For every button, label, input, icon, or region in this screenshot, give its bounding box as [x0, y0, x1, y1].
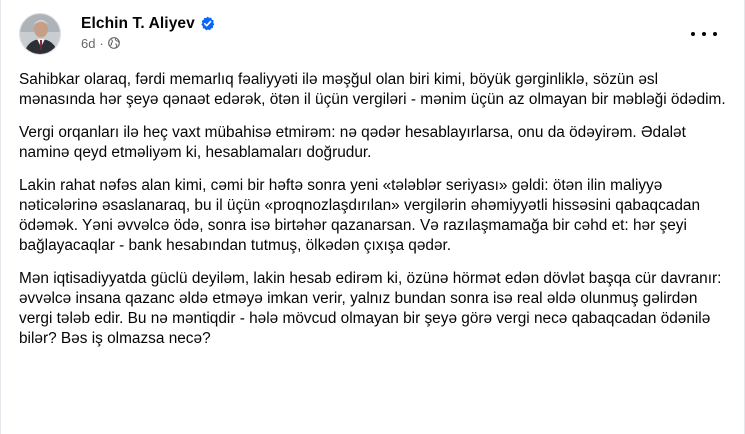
author-name[interactable]: Elchin T. Aliyev [81, 15, 195, 33]
post-body: Sahibkar olaraq, fərdi memarlıq fəaliyyə… [19, 70, 731, 362]
globe-icon[interactable] [107, 37, 120, 49]
more-dot [691, 32, 695, 36]
post-subline: 6d · [81, 36, 215, 51]
profile-photo [20, 14, 60, 54]
more-options-icon[interactable] [686, 22, 722, 46]
facebook-post: Elchin T. Aliyev 6d · Sahibkar olaraq, f… [0, 0, 745, 434]
post-paragraph: Mən iqtisadiyyatda güclü deyiləm, lakin … [19, 270, 722, 347]
avatar[interactable] [19, 13, 61, 55]
verified-badge-icon [200, 16, 215, 31]
post-paragraph: Sahibkar olaraq, fərdi memarlıq fəaliyyə… [19, 71, 726, 108]
post-paragraph: Vergi orqanları ilə heç vaxt mübahisə et… [19, 124, 686, 161]
author-name-row: Elchin T. Aliyev [81, 15, 215, 33]
more-dot [713, 32, 717, 36]
separator-dot: · [99, 35, 104, 51]
more-dot [702, 32, 706, 36]
post-timestamp[interactable]: 6d [81, 36, 95, 51]
post-header: Elchin T. Aliyev 6d · [19, 13, 215, 55]
post-paragraph: Lakin rahat nəfəs alan kimi, cəmi bir hə… [19, 177, 701, 254]
author-meta: Elchin T. Aliyev 6d · [81, 15, 215, 51]
